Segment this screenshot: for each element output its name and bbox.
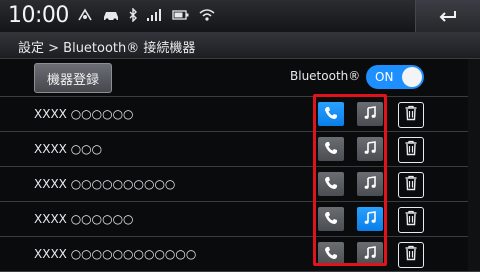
- music-note-icon: [363, 140, 377, 159]
- device-name: XXXX ○○○○○○○○○○: [34, 177, 176, 191]
- page-title: 設定 > Bluetooth® 接続機器: [18, 41, 196, 56]
- phone-connect-button[interactable]: [318, 207, 344, 231]
- back-button[interactable]: [415, 0, 480, 32]
- toggle-knob: [402, 67, 422, 87]
- delete-device-button[interactable]: [398, 172, 424, 198]
- phone-icon: [324, 105, 338, 124]
- music-connect-button[interactable]: [357, 102, 383, 126]
- device-row[interactable]: XXXX ○○○: [0, 131, 480, 166]
- car-icon: [102, 8, 120, 25]
- device-list: XXXX ○○○○○○ XXXX ○○○ XXXX ○○○○○○○○○○ XXXX ○…: [0, 96, 480, 272]
- breadcrumb: 設定 > Bluetooth® 接続機器: [0, 32, 480, 59]
- clock: 10:00: [8, 3, 69, 28]
- trash-icon: [404, 245, 418, 265]
- phone-icon: [324, 175, 338, 194]
- delete-device-button[interactable]: [398, 102, 424, 128]
- toolbar: 機器登録 Bluetooth® ON: [0, 59, 480, 95]
- trash-icon: [404, 175, 418, 195]
- device-name: XXXX ○○○○○○: [34, 212, 134, 226]
- device-row[interactable]: XXXX ○○○○○○: [0, 96, 480, 131]
- gps-icon: [76, 8, 94, 25]
- music-connect-button[interactable]: [357, 137, 383, 161]
- bluetooth-toggle[interactable]: ON: [366, 65, 424, 89]
- toggle-state-label: ON: [375, 70, 394, 84]
- device-row[interactable]: XXXX ○○○○○○○○○○: [0, 166, 480, 201]
- delete-device-button[interactable]: [398, 137, 424, 163]
- phone-connect-button[interactable]: [318, 102, 344, 126]
- phone-connect-button[interactable]: [318, 242, 344, 266]
- trash-icon: [404, 210, 418, 230]
- bluetooth-label: Bluetooth®: [290, 69, 361, 83]
- device-row[interactable]: XXXX ○○○○○○: [0, 201, 480, 236]
- trash-icon: [404, 105, 418, 125]
- delete-device-button[interactable]: [398, 207, 424, 233]
- phone-connect-button[interactable]: [318, 172, 344, 196]
- signal-icon: [146, 8, 164, 25]
- music-note-icon: [363, 105, 377, 124]
- music-connect-button[interactable]: [357, 172, 383, 196]
- register-device-button[interactable]: 機器登録: [34, 63, 112, 93]
- phone-icon: [324, 245, 338, 264]
- device-row[interactable]: XXXX ○○○○○○○○○○○○: [0, 236, 480, 272]
- scroll-area: [468, 59, 480, 271]
- trash-icon: [404, 140, 418, 160]
- music-note-icon: [363, 175, 377, 194]
- music-connect-button[interactable]: [357, 207, 383, 231]
- device-name: XXXX ○○○○○○: [34, 107, 134, 121]
- music-note-icon: [363, 210, 377, 229]
- wifi-icon: [198, 8, 216, 25]
- status-bar: 10:00: [0, 0, 480, 32]
- battery-icon: [172, 8, 190, 25]
- phone-connect-button[interactable]: [318, 137, 344, 161]
- bluetooth-icon: [128, 7, 138, 25]
- phone-icon: [324, 210, 338, 229]
- device-name: XXXX ○○○○○○○○○○○○: [34, 247, 197, 261]
- phone-icon: [324, 140, 338, 159]
- music-connect-button[interactable]: [357, 242, 383, 266]
- back-arrow-icon: [438, 7, 458, 26]
- delete-device-button[interactable]: [398, 242, 424, 268]
- device-name: XXXX ○○○: [34, 142, 103, 156]
- music-note-icon: [363, 245, 377, 264]
